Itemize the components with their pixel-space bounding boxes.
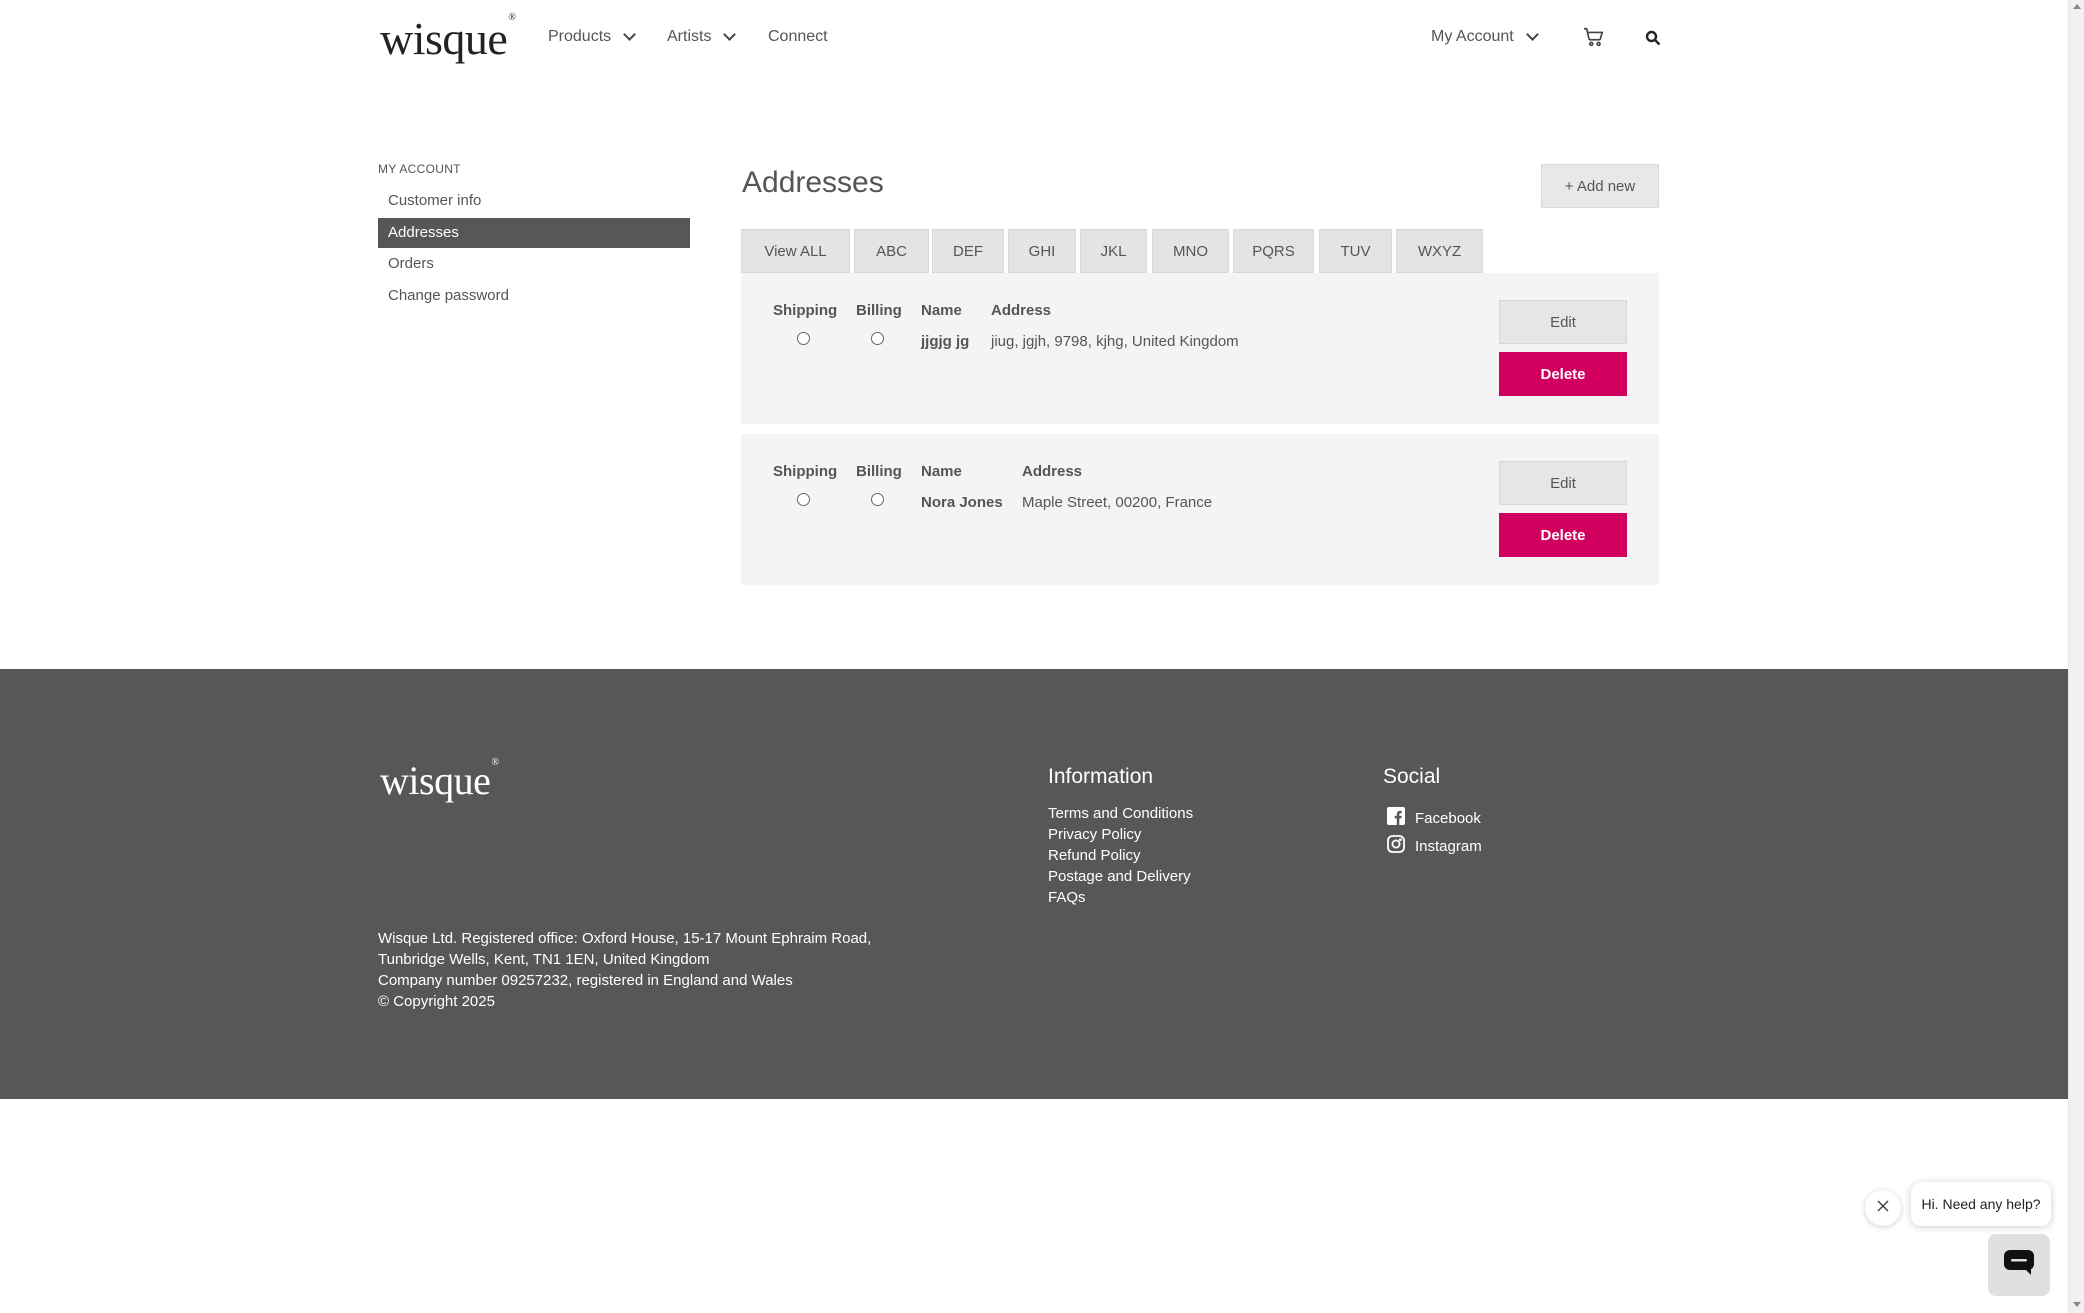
page-scrollbar[interactable] bbox=[2068, 0, 2084, 1313]
sidebar-item-orders[interactable]: Orders bbox=[378, 249, 690, 279]
facebook-label: Facebook bbox=[1415, 809, 1481, 827]
legal-line-company-number: Company number 09257232, registered in E… bbox=[378, 972, 793, 989]
address-column-header: Address bbox=[991, 302, 1052, 319]
edit-address-button[interactable]: Edit bbox=[1499, 300, 1627, 344]
filter-tab-view-all[interactable]: View ALL bbox=[741, 229, 850, 273]
cart-icon[interactable] bbox=[1583, 26, 1605, 53]
copyright: © Copyright 2025 bbox=[378, 993, 495, 1010]
my-account-label: My Account bbox=[1431, 28, 1514, 45]
site-footer: wisque® Information Terms and Conditions… bbox=[0, 669, 2068, 1099]
nav-artists-label: Artists bbox=[667, 28, 712, 45]
shipping-column-header: Shipping bbox=[773, 463, 838, 480]
chat-dismiss-button[interactable] bbox=[1865, 1190, 1901, 1226]
address-card: Shipping Billing Name Address Nora Jones… bbox=[741, 434, 1659, 585]
chevron-down-icon bbox=[723, 28, 737, 41]
add-address-button[interactable]: + Add new bbox=[1541, 164, 1659, 208]
filter-tab-def[interactable]: DEF bbox=[932, 229, 1004, 273]
footer-link-instagram[interactable]: Instagram bbox=[1387, 835, 1482, 857]
logo-text: wisque bbox=[380, 13, 508, 64]
delete-address-button[interactable]: Delete bbox=[1499, 513, 1627, 557]
chat-prompt-bubble[interactable]: Hi. Need any help? bbox=[1911, 1182, 2051, 1226]
footer-link-terms[interactable]: Terms and Conditions bbox=[1048, 805, 1193, 822]
legal-line-office: Wisque Ltd. Registered office: Oxford Ho… bbox=[378, 930, 872, 947]
nav-products-label: Products bbox=[548, 28, 612, 45]
billing-radio[interactable] bbox=[871, 493, 884, 506]
my-account-menu[interactable]: My Account bbox=[1431, 28, 1539, 46]
scroll-up-arrow[interactable] bbox=[2073, 4, 2081, 9]
sidebar-item-change-password[interactable]: Change password bbox=[378, 281, 690, 311]
footer-link-privacy[interactable]: Privacy Policy bbox=[1048, 826, 1141, 843]
nav-connect-label: Connect bbox=[768, 28, 828, 45]
facebook-icon bbox=[1387, 807, 1405, 829]
nav-connect[interactable]: Connect bbox=[768, 28, 828, 46]
sidebar-item-addresses[interactable]: Addresses bbox=[378, 218, 690, 248]
footer-logo-text: wisque bbox=[380, 758, 491, 803]
chevron-down-icon bbox=[1525, 28, 1539, 41]
footer-logo[interactable]: wisque® bbox=[380, 757, 499, 804]
legal-line-address: Tunbridge Wells, Kent, TN1 1EN, United K… bbox=[378, 951, 710, 968]
logo-registered-mark: ® bbox=[508, 12, 516, 23]
filter-tab-tuv[interactable]: TUV bbox=[1319, 229, 1392, 273]
instagram-icon bbox=[1387, 835, 1405, 857]
address-text: jiug, jgjh, 9798, kjhg, United Kingdom bbox=[991, 333, 1239, 350]
nav-artists[interactable]: Artists bbox=[667, 28, 737, 46]
search-icon[interactable] bbox=[1645, 30, 1661, 51]
instagram-label: Instagram bbox=[1415, 837, 1482, 855]
chevron-down-icon bbox=[623, 28, 637, 41]
footer-link-postage[interactable]: Postage and Delivery bbox=[1048, 868, 1191, 885]
chat-icon bbox=[2003, 1249, 2035, 1282]
site-logo[interactable]: wisque® bbox=[380, 12, 516, 65]
scroll-down-arrow[interactable] bbox=[2073, 1302, 2081, 1307]
delete-address-button[interactable]: Delete bbox=[1499, 352, 1627, 396]
name-column-header: Name bbox=[921, 463, 962, 480]
billing-column-header: Billing bbox=[856, 302, 902, 319]
shipping-column-header: Shipping bbox=[773, 302, 838, 319]
address-column-header: Address bbox=[1022, 463, 1083, 480]
shipping-radio[interactable] bbox=[797, 332, 810, 345]
shipping-radio[interactable] bbox=[797, 493, 810, 506]
billing-radio[interactable] bbox=[871, 332, 884, 345]
footer-link-faqs[interactable]: FAQs bbox=[1048, 889, 1086, 906]
footer-link-refund[interactable]: Refund Policy bbox=[1048, 847, 1141, 864]
nav-products[interactable]: Products bbox=[548, 28, 637, 46]
close-icon bbox=[1877, 1199, 1889, 1217]
filter-tab-wxyz[interactable]: WXYZ bbox=[1396, 229, 1483, 273]
information-heading: Information bbox=[1048, 765, 1154, 788]
filter-tab-ghi[interactable]: GHI bbox=[1008, 229, 1076, 273]
page-title: Addresses bbox=[742, 166, 884, 199]
filter-tab-mno[interactable]: MNO bbox=[1152, 229, 1229, 273]
filter-tab-abc[interactable]: ABC bbox=[854, 229, 929, 273]
sidebar-item-customer-info[interactable]: Customer info bbox=[378, 186, 690, 216]
chat-launcher-button[interactable] bbox=[1988, 1234, 2050, 1296]
address-name: jjgjg jg bbox=[921, 333, 970, 350]
name-column-header: Name bbox=[921, 302, 962, 319]
billing-column-header: Billing bbox=[856, 463, 902, 480]
sidebar-heading: MY ACCOUNT bbox=[378, 162, 461, 176]
address-text: Maple Street, 00200, France bbox=[1022, 494, 1213, 511]
filter-tab-jkl[interactable]: JKL bbox=[1080, 229, 1147, 273]
address-name: Nora Jones bbox=[921, 494, 1003, 511]
social-heading: Social bbox=[1383, 765, 1441, 788]
page: wisque® Products Artists Connect My Acco… bbox=[0, 0, 2068, 1313]
footer-logo-registered-mark: ® bbox=[491, 757, 499, 768]
footer-link-facebook[interactable]: Facebook bbox=[1387, 807, 1481, 829]
edit-address-button[interactable]: Edit bbox=[1499, 461, 1627, 505]
filter-tab-pqrs[interactable]: PQRS bbox=[1233, 229, 1314, 273]
address-card: Shipping Billing Name Address jjgjg jg j… bbox=[741, 273, 1659, 424]
